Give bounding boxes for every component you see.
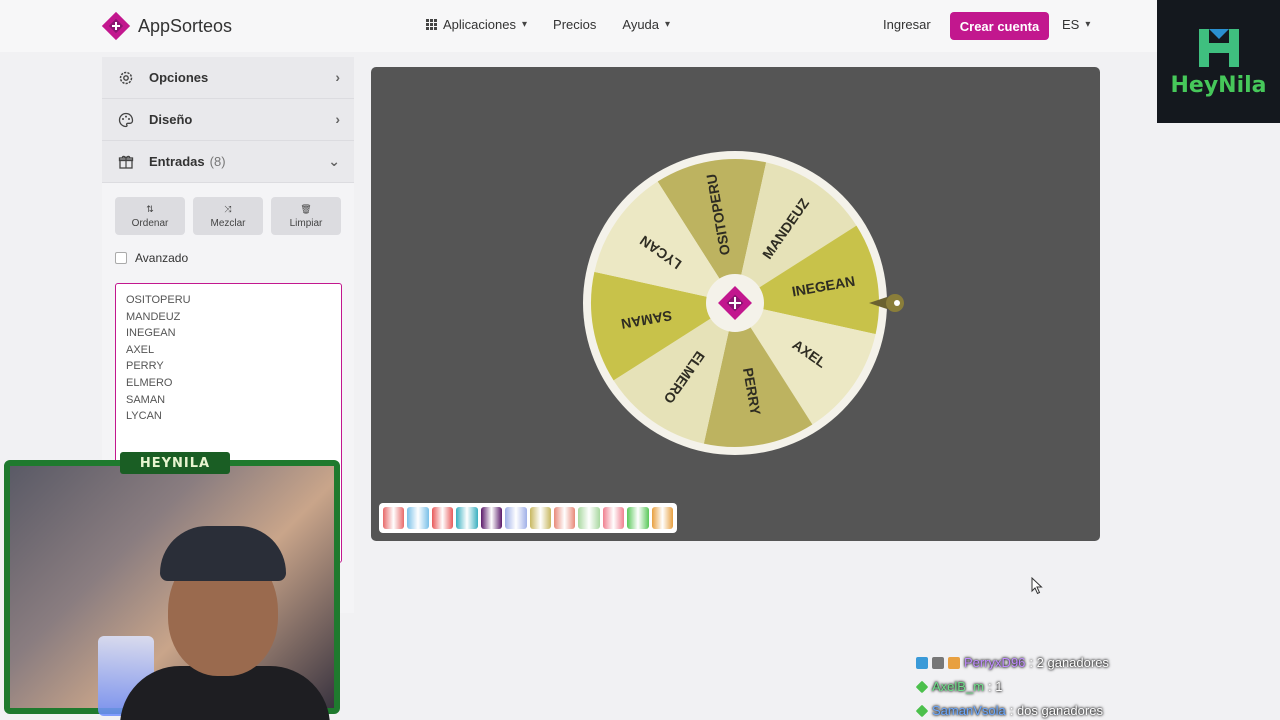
heynila-brand-text: HeyNila: [1170, 73, 1267, 98]
sort-button[interactable]: ⇅ Ordenar: [115, 197, 185, 235]
advanced-checkbox[interactable]: [115, 252, 127, 264]
entry-line: OSITOPERU: [126, 294, 191, 306]
stream-chat-overlay: PerryxD96 : 2 ganadores AxelB_m : 1 Sama…: [915, 651, 1109, 720]
brand-logo[interactable]: AppSorteos: [100, 10, 232, 42]
spin-wheel[interactable]: OSITOPERU MANDEUZINEGEANAXELPERRYELMEROSA…: [371, 67, 1100, 503]
chat-message: PerryxD96 : 2 ganadores: [916, 651, 1109, 675]
chat-text: : 2 ganadores: [1029, 655, 1109, 670]
chat-text: : dos ganadores: [1009, 703, 1103, 718]
color-swatch[interactable]: [578, 507, 600, 529]
chat-message: AxelB_m : 1: [915, 675, 1109, 699]
brand-name: AppSorteos: [138, 15, 233, 36]
clear-button[interactable]: 🗑 Limpiar: [271, 197, 341, 235]
accordion-design-label: Diseño: [149, 112, 193, 127]
chat-username: AxelB_m: [932, 679, 985, 694]
webcam-label: HEYNILA: [120, 452, 230, 474]
streamer-cap: [160, 526, 286, 581]
language-label: ES: [1062, 17, 1080, 32]
color-swatch[interactable]: [431, 507, 454, 529]
entry-line: AXEL: [126, 343, 155, 356]
chevron-down-icon: ▾: [522, 19, 528, 30]
badge-icon: [916, 657, 928, 669]
mouse-cursor-icon: [1031, 577, 1043, 595]
accordion-entries[interactable]: Entradas (8) ⌄: [102, 141, 354, 183]
accordion-entries-label: Entradas: [149, 154, 205, 169]
top-navbar: AppSorteos Aplicaciones ▾ Precios Ayuda …: [0, 0, 1280, 52]
color-swatch[interactable]: [407, 507, 429, 529]
main-nav: Aplicaciones ▾ Precios Ayuda ▾: [426, 17, 670, 32]
wheel-center-logo[interactable]: [706, 274, 764, 332]
chevron-down-icon: ▾: [665, 19, 671, 30]
chevron-right-icon: ›: [335, 111, 340, 127]
nav-ayuda-label: Ayuda: [622, 17, 660, 32]
entry-line: SAMAN: [126, 393, 166, 406]
color-swatch[interactable]: [529, 507, 551, 529]
nav-precios-label: Precios: [553, 17, 597, 32]
language-selector[interactable]: ES ▾: [1062, 17, 1090, 32]
entry-line: ELMERO: [126, 376, 173, 389]
nav-ayuda[interactable]: Ayuda ▾: [622, 17, 670, 32]
chevron-right-icon: ›: [335, 69, 340, 85]
entry-line: INEGEAN: [126, 327, 176, 340]
brand-logo-icon: [101, 11, 131, 41]
gift-icon: [118, 155, 134, 169]
entry-line: PERRY: [126, 360, 164, 373]
nav-precios[interactable]: Precios: [553, 17, 596, 32]
grid-icon: [426, 19, 437, 30]
color-swatch[interactable]: [553, 507, 576, 529]
color-swatch[interactable]: [651, 507, 674, 529]
webcam-overlay: HEYNILA: [4, 452, 340, 720]
stream-brand-overlay: HeyNila: [1157, 0, 1280, 123]
nav-aplicaciones-label: Aplicaciones: [443, 17, 516, 32]
create-account-button[interactable]: Crear cuenta: [950, 12, 1049, 40]
chat-username: PerryxD96: [964, 655, 1026, 670]
badge-icon: [915, 704, 929, 718]
entries-count: (8): [209, 154, 226, 169]
advanced-label: Avanzado: [135, 251, 189, 265]
chat-text: : 1: [988, 679, 1003, 694]
nav-aplicaciones[interactable]: Aplicaciones ▾: [426, 17, 527, 32]
color-swatch[interactable]: [383, 507, 405, 529]
color-palette-bar: [379, 503, 677, 533]
chat-username: SamanVsola: [932, 703, 1006, 718]
accordion-design[interactable]: Diseño ›: [102, 99, 354, 141]
color-swatch[interactable]: [627, 507, 649, 529]
color-swatch[interactable]: [456, 507, 478, 529]
color-swatch[interactable]: [480, 507, 503, 529]
accordion-options[interactable]: Opciones ›: [102, 57, 354, 99]
shuffle-icon: ⤨: [224, 203, 232, 214]
webcam-frame: [4, 460, 340, 720]
advanced-toggle[interactable]: Avanzado: [115, 251, 341, 265]
sort-icon: ⇅: [146, 203, 154, 214]
color-swatch[interactable]: [505, 507, 527, 529]
clear-button-label: Limpiar: [289, 217, 323, 229]
trash-icon: 🗑: [300, 203, 312, 214]
badge-icon: [948, 657, 960, 669]
gear-icon: [119, 71, 133, 84]
chevron-down-icon: ▾: [1085, 19, 1091, 30]
sort-button-label: Ordenar: [131, 217, 169, 229]
entry-line: LYCAN: [126, 410, 162, 423]
entry-line: MANDEUZ: [126, 310, 181, 323]
palette-icon: [118, 112, 134, 127]
heynila-logo-icon: [1198, 29, 1239, 67]
accordion-options-label: Opciones: [149, 70, 209, 85]
badge-icon: [915, 680, 929, 694]
chat-message: SamanVsola : dos ganadores: [915, 699, 1109, 720]
shuffle-button-label: Mezclar: [210, 217, 246, 229]
chevron-down-icon: ⌄: [328, 153, 340, 169]
wheel-stage: OSITOPERU MANDEUZ INEGEAN AXEL PERRY ELMERO SA…: [371, 67, 1100, 541]
entries-toolbar: ⇅ Ordenar ⤨ Mezclar 🗑 Limpiar: [115, 197, 341, 235]
color-swatch[interactable]: [602, 507, 625, 529]
shuffle-button[interactable]: ⤨ Mezclar: [193, 197, 263, 235]
badge-icon: [932, 657, 944, 669]
login-link[interactable]: Ingresar: [883, 17, 931, 32]
